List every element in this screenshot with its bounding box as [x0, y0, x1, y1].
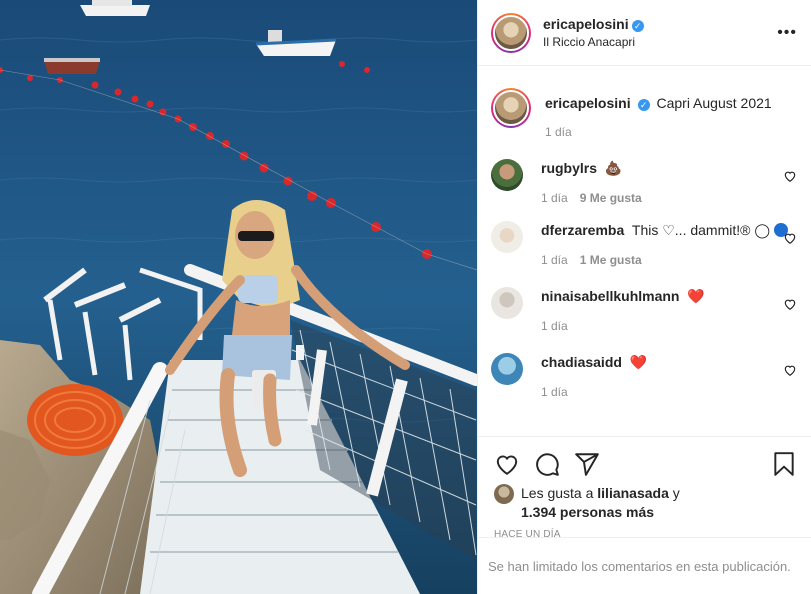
comment-item: ninaisabellkuhlmann ❤️ 1 día — [491, 287, 797, 335]
comment-username[interactable]: dferzaremba — [541, 222, 624, 238]
comment-text: ❤️ — [687, 288, 705, 304]
post-side-panel: ericapelosini ✓ Il Riccio Anacapri ••• er… — [477, 0, 811, 594]
likes-count-link[interactable]: 1.394 personas más — [521, 504, 654, 520]
likes-summary: Les gusta a lilianasada y 1.394 personas… — [478, 484, 811, 522]
verified-badge-icon: ✓ — [637, 99, 650, 111]
location-link[interactable]: Il Riccio Anacapri — [543, 35, 777, 49]
comment-time[interactable]: 1 día — [541, 319, 568, 333]
liked-by-connector: y — [672, 485, 680, 501]
more-options-icon[interactable]: ••• — [777, 24, 797, 42]
heart-icon[interactable] — [494, 451, 520, 477]
comment-time[interactable]: 1 día — [541, 191, 568, 205]
comment-username[interactable]: chadiasaidd — [541, 354, 622, 370]
orange-rope — [27, 384, 123, 456]
commenter-avatar[interactable] — [491, 287, 523, 319]
post-header: ericapelosini ✓ Il Riccio Anacapri ••• — [478, 0, 811, 66]
boat — [44, 58, 100, 74]
caption: ericapelosini ✓ Capri August 2021 1 día — [491, 88, 797, 141]
author-avatar[interactable] — [491, 12, 531, 53]
like-comment-heart-icon[interactable] — [783, 363, 797, 377]
comments-limited-notice: Se han limitado los comentarios en esta … — [478, 537, 811, 594]
comment-text: ❤️ — [629, 354, 648, 370]
like-comment-heart-icon[interactable] — [783, 169, 797, 183]
commenter-avatar[interactable] — [491, 221, 523, 253]
caption-text: Capri August 2021 — [656, 95, 772, 111]
post-photo[interactable] — [0, 0, 477, 594]
author-avatar[interactable] — [491, 88, 531, 128]
send-icon[interactable] — [574, 451, 600, 477]
liked-by-prefix: Les gusta a — [521, 485, 594, 501]
comment-icon[interactable] — [534, 451, 560, 477]
comment-time[interactable]: 1 día — [541, 253, 568, 267]
like-comment-heart-icon[interactable] — [783, 231, 797, 245]
comment-time[interactable]: 1 día — [541, 385, 568, 399]
comment-likes[interactable]: 1 Me gusta — [580, 253, 642, 267]
comment-likes[interactable]: 9 Me gusta — [580, 191, 642, 205]
comment-item: rugbylrs 💩 1 día 9 Me gusta — [491, 159, 797, 207]
liker-avatar[interactable] — [494, 484, 514, 504]
verified-badge-icon: ✓ — [631, 20, 644, 32]
comment-username[interactable]: rugbylrs — [541, 160, 597, 176]
caption-time[interactable]: 1 día — [545, 125, 572, 139]
comments-list[interactable]: ericapelosini ✓ Capri August 2021 1 día r… — [478, 67, 811, 435]
comment-username[interactable]: ninaisabellkuhlmann — [541, 288, 679, 304]
comment-text: 💩 — [604, 160, 623, 176]
author-username[interactable]: ericapelosini — [543, 16, 629, 32]
bookmark-icon[interactable] — [771, 451, 797, 477]
liked-by-username[interactable]: lilianasada — [597, 485, 669, 501]
comment-item: dferzaremba This ♡... dammit!® ◯ 1 día 1 … — [491, 221, 797, 269]
comment-text: This ♡... dammit!® ◯ — [631, 222, 771, 238]
photo-illustration — [0, 0, 477, 594]
like-comment-heart-icon[interactable] — [783, 297, 797, 311]
post-actions: Les gusta a lilianasada y 1.394 personas… — [478, 436, 811, 594]
commenter-avatar[interactable] — [491, 159, 523, 191]
caption-username[interactable]: ericapelosini — [545, 95, 631, 111]
comment-item: chadiasaidd ❤️ 1 día — [491, 353, 797, 401]
commenter-avatar[interactable] — [491, 353, 523, 385]
